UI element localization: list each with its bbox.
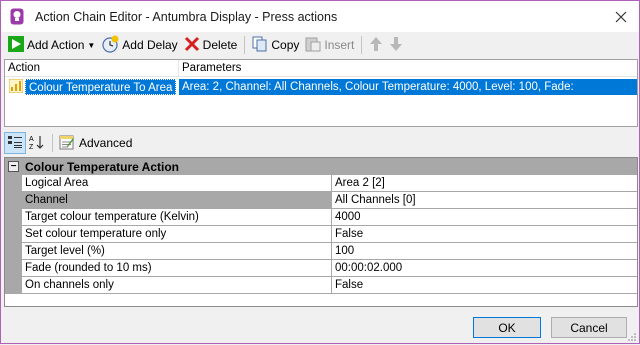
property-name: On channels only — [22, 277, 332, 294]
property-row[interactable]: On channels only False — [5, 277, 637, 294]
property-name: Logical Area — [22, 175, 332, 192]
cancel-button[interactable]: Cancel — [551, 317, 627, 338]
move-up-button[interactable] — [366, 34, 386, 56]
svg-text:Z: Z — [29, 144, 34, 150]
dialog-button-bar: OK Cancel — [1, 308, 639, 343]
window-title: Action Chain Editor - Antumbra Display -… — [35, 9, 338, 24]
clock-add-icon — [101, 35, 119, 56]
copy-icon — [252, 36, 268, 55]
property-name: Target level (%) — [22, 243, 332, 260]
add-action-button[interactable]: Add Action ▼ — [5, 34, 98, 56]
property-value[interactable]: 00:00:02.000 — [332, 260, 637, 277]
close-icon — [615, 11, 627, 23]
collapse-toggle[interactable]: − — [8, 161, 19, 172]
property-value[interactable]: 100 — [332, 243, 637, 260]
property-row[interactable]: Target colour temperature (Kelvin) 4000 — [5, 209, 637, 226]
parameters-cell: Area: 2, Channel: All Channels, Colour T… — [179, 79, 637, 109]
toolbar-separator — [52, 134, 53, 152]
property-value[interactable]: False — [332, 277, 637, 294]
property-name: Channel — [22, 192, 332, 209]
property-row[interactable]: Set colour temperature only False — [5, 226, 637, 243]
chevron-down-icon[interactable]: ▼ — [87, 41, 95, 50]
property-value[interactable]: Area 2 [2] — [332, 175, 637, 192]
column-header-action[interactable]: Action — [5, 60, 179, 76]
action-chain-editor-window: Action Chain Editor - Antumbra Display -… — [0, 0, 640, 344]
delete-x-icon — [184, 36, 200, 55]
category-header: − Colour Temperature Action — [5, 158, 637, 175]
copy-button[interactable]: Copy — [249, 34, 302, 56]
alphabetical-view-button[interactable]: AZ — [26, 132, 48, 154]
add-delay-label: Add Delay — [122, 38, 178, 52]
row-gutter — [5, 192, 22, 209]
ok-button[interactable]: OK — [473, 317, 541, 338]
row-gutter — [5, 226, 22, 243]
categorized-view-button[interactable] — [4, 132, 26, 154]
delete-button[interactable]: Delete — [181, 34, 241, 56]
insert-label: Insert — [324, 38, 355, 52]
add-delay-button[interactable]: Add Delay — [98, 34, 180, 56]
resize-grip-icon[interactable] — [627, 331, 637, 341]
property-row[interactable]: Channel All Channels [0] — [5, 192, 637, 209]
arrow-down-icon — [389, 36, 403, 55]
bar-chart-icon — [8, 78, 24, 96]
row-gutter — [5, 209, 22, 226]
arrow-up-icon — [369, 36, 383, 55]
play-icon — [8, 35, 24, 55]
property-name: Set colour temperature only — [22, 226, 332, 243]
property-value[interactable]: 4000 — [332, 209, 637, 226]
property-row[interactable]: Fade (rounded to 10 ms) 00:00:02.000 — [5, 260, 637, 277]
move-down-button[interactable] — [386, 34, 406, 56]
property-grid-toolbar: AZ Advanced — [1, 131, 639, 155]
notepad-icon — [59, 134, 75, 153]
main-toolbar: Add Action ▼ Add Delay Delete Copy Inser… — [1, 32, 639, 58]
column-header-parameters[interactable]: Parameters — [179, 60, 637, 76]
row-gutter — [5, 175, 22, 192]
close-button[interactable] — [611, 7, 631, 27]
add-action-label: Add Action — [27, 38, 85, 52]
property-value[interactable]: All Channels [0] — [332, 192, 637, 209]
property-name: Target colour temperature (Kelvin) — [22, 209, 332, 226]
property-value[interactable]: False — [332, 226, 637, 243]
property-name: Fade (rounded to 10 ms) — [22, 260, 332, 277]
paste-icon — [305, 36, 321, 55]
insert-button[interactable]: Insert — [302, 34, 357, 56]
toolbar-separator — [361, 36, 363, 54]
title-bar: Action Chain Editor - Antumbra Display -… — [1, 1, 639, 32]
svg-text:A: A — [29, 136, 34, 143]
list-item[interactable]: Colour Temperature To Area Area: 2, Chan… — [5, 78, 637, 109]
category-title: Colour Temperature Action — [25, 159, 180, 174]
app-bulb-icon — [9, 8, 25, 26]
toolbar-separator — [244, 36, 246, 54]
action-cell: Colour Temperature To Area — [5, 78, 179, 96]
advanced-label: Advanced — [79, 136, 133, 150]
property-row[interactable]: Target level (%) 100 — [5, 243, 637, 260]
row-gutter — [5, 277, 22, 294]
categorized-icon — [7, 134, 23, 153]
sort-az-icon: AZ — [29, 134, 45, 153]
advanced-button[interactable]: Advanced — [57, 134, 134, 153]
property-grid[interactable]: − Colour Temperature Action Logical Area… — [4, 157, 638, 307]
actions-list[interactable]: Action Parameters Colour Temperature To … — [4, 59, 638, 127]
list-header: Action Parameters — [5, 60, 637, 77]
property-row[interactable]: Logical Area Area 2 [2] — [5, 175, 637, 192]
action-name: Colour Temperature To Area — [25, 79, 177, 95]
delete-label: Delete — [202, 38, 238, 52]
row-gutter — [5, 260, 22, 277]
row-gutter — [5, 243, 22, 260]
copy-label: Copy — [271, 38, 300, 52]
